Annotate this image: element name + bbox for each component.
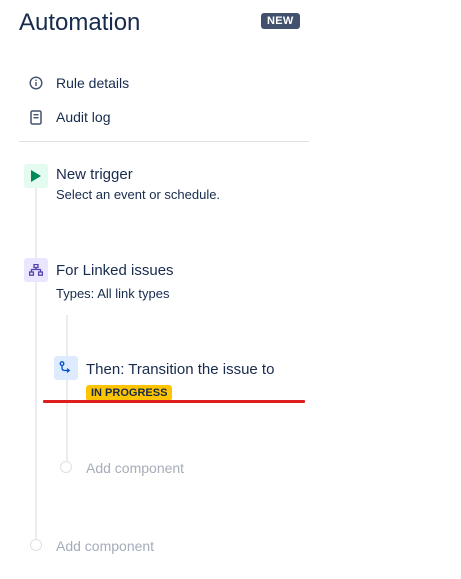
status-lozenge: IN PROGRESS bbox=[86, 385, 173, 401]
new-trigger-title[interactable]: New trigger bbox=[56, 166, 133, 183]
info-icon bbox=[28, 75, 44, 91]
linked-issues-title[interactable]: For Linked issues bbox=[56, 262, 174, 279]
divider bbox=[19, 141, 309, 142]
branch-flow-line bbox=[66, 315, 68, 463]
hierarchy-icon bbox=[24, 258, 48, 282]
add-component-outer-link[interactable]: Add component bbox=[56, 538, 154, 554]
rule-details-link[interactable]: Rule details bbox=[28, 72, 129, 94]
add-component-outer-dot bbox=[30, 539, 42, 551]
add-component-inner-link[interactable]: Add component bbox=[86, 460, 184, 476]
add-component-inner-dot bbox=[60, 461, 72, 473]
audit-log-link[interactable]: Audit log bbox=[28, 106, 110, 128]
highlight-underline bbox=[43, 400, 305, 403]
linked-issues-subtitle: Types: All link types bbox=[56, 286, 170, 301]
play-icon bbox=[24, 164, 48, 188]
audit-log-label: Audit log bbox=[56, 109, 111, 125]
rule-flow-line bbox=[35, 176, 37, 542]
document-icon bbox=[28, 109, 44, 125]
rule-details-label: Rule details bbox=[56, 75, 130, 91]
transition-action-title[interactable]: Then: Transition the issue to bbox=[86, 361, 274, 378]
new-trigger-subtitle: Select an event or schedule. bbox=[56, 187, 221, 202]
new-badge: NEW bbox=[261, 13, 300, 29]
page-title: Automation bbox=[19, 9, 141, 36]
transition-icon bbox=[54, 356, 78, 380]
